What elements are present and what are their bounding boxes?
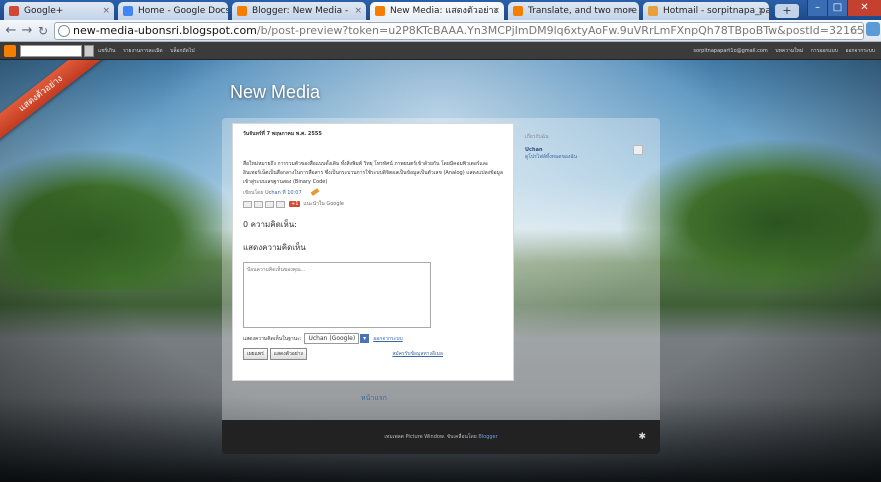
post-meta: เขียนโดย Uchan ที่ 10:07 [243,188,503,197]
browser-toolbar: ← → ↻ new-media-ubonsri.blogspot.com/b/p… [0,20,881,42]
new-tab-button[interactable]: + [775,4,799,18]
tab-close-icon[interactable]: × [627,2,635,20]
blog-search-input[interactable] [20,45,82,57]
tab-favicon-icon [123,6,133,16]
comment-form-title: แสดงความคิดเห็น [243,243,306,252]
chevron-down-icon[interactable]: ▾ [360,334,370,343]
maximize-button[interactable]: □ [827,0,847,16]
blogthis-share-icon[interactable] [254,200,263,208]
account-email: sorpitnapapart1o@gmail.com [693,48,768,54]
tab-close-icon[interactable]: × [216,2,224,20]
tab-label: Google+ [24,6,64,16]
avatar[interactable] [633,145,643,155]
browser-tab[interactable]: New Media: แสดงตัวอย่าง × [370,2,504,21]
address-bar[interactable]: new-media-ubonsri.blogspot.com/b/post-pr… [54,22,864,40]
browser-tab[interactable]: Google+ × [4,2,114,20]
navbar-link-next-blog[interactable]: บล็อกถัดไป [170,48,194,54]
comment-actions: เผยแพร่ แสดงตัวอย่าง สมัครรับข้อมูลทางอี… [243,348,503,360]
reload-icon[interactable]: ↻ [35,23,51,39]
window-controls: – □ ✕ [807,0,881,16]
browser-tab[interactable]: Hotmail - sorpitnapa_part × [643,2,769,20]
sidebar-heading: เกี่ยวกับฉัน [525,134,549,140]
design-link[interactable]: การออกแบบ [811,48,838,54]
post-date: วันจันทร์ที่ 7 พฤษภาคม พ.ศ. 2555 [243,131,322,137]
sidebar: เกี่ยวกับฉัน Uchan ดูโปรไฟล์ทั้งหมดของฉั… [525,133,655,161]
footer-text: เทมเพลต Picture Window. ขับเคลื่อนโดย [384,434,477,440]
google-plus-one-button[interactable]: +1 [289,201,301,207]
tab-strip: Google+ × Home - Google Docs × Blogger: New … [0,0,881,21]
blog-search-button[interactable] [84,45,94,57]
tab-label: Blogger: New Media - [252,6,349,16]
comment-signout-link[interactable]: ออกจากระบบ [373,335,403,343]
tab-favicon-icon [375,6,385,16]
share-buttons: +1 แนะนำใน Google [243,200,503,208]
tab-favicon-icon [9,6,19,16]
blog-page: แสดงตัวอย่าง New Media วันจันทร์ที่ 7 พฤ… [0,60,881,482]
comment-count: 0 ความคิดเห็น: [243,220,297,229]
recommend-text: แนะนำใน Google [303,201,345,207]
tab-label: New Media: แสดงตัวอย่าง [390,6,498,16]
tab-close-icon[interactable]: × [354,2,362,20]
page-info-icon[interactable] [58,25,70,37]
preview-button[interactable]: แสดงตัวอย่าง [269,348,307,360]
navbar-links: แชร์เกิน รายงานการละเมิด บล็อกถัดไป [98,42,201,60]
meta-prefix: เขียนโดย [243,190,264,196]
blogger-link[interactable]: Blogger [478,434,497,440]
post-time-link[interactable]: ที่ 10:07 [282,190,301,196]
navbar-link-report[interactable]: รายงานการละเมิด [123,48,163,54]
tab-favicon-icon [648,6,658,16]
edit-post-icon[interactable] [310,188,320,196]
minimize-button[interactable]: – [807,0,827,16]
blog-title[interactable]: New Media [230,82,320,103]
bookmark-star-icon[interactable]: ☆ [849,23,859,39]
tab-favicon-icon [237,6,247,16]
post-body: สื่อใหม่หมายถึง การรวมตัวของสื่อแบบดั้งเ… [243,161,503,185]
publish-button[interactable]: เผยแพร่ [243,348,268,360]
tab-label: Home - Google Docs [138,6,228,16]
browser-tab[interactable]: Blogger: New Media - × [232,2,366,20]
extension-icon[interactable] [866,22,880,36]
tab-close-icon[interactable]: × [492,2,500,20]
close-window-button[interactable]: ✕ [847,0,881,16]
url-path: /b/post-preview?token=u2P8KTcBAAA.Yn3MCP… [256,24,864,37]
tab-close-icon[interactable]: × [757,2,765,20]
wrench-icon[interactable]: ✱ [638,420,646,454]
browser-tab[interactable]: Home - Google Docs × [118,2,228,20]
forward-icon[interactable]: → [19,23,35,39]
url-host: new-media-ubonsri.blogspot.com [73,24,257,37]
identity-select[interactable]: Uchan (Google) [304,333,360,344]
navbar-link-share[interactable]: แชร์เกิน [98,48,115,54]
footer: เทมเพลต Picture Window. ขับเคลื่อนโดย Bl… [222,420,660,454]
post: วันจันทร์ที่ 7 พฤษภาคม พ.ศ. 2555 สื่อใหม… [232,123,514,381]
home-link[interactable]: หน้าแรก [361,393,387,404]
browser-tab[interactable]: Translate, and two more × [508,2,639,20]
new-post-link[interactable]: บทความใหม่ [775,48,803,54]
tab-favicon-icon [513,6,523,16]
twitter-share-icon[interactable] [265,200,274,208]
blogger-logo-icon[interactable] [4,45,16,57]
back-icon[interactable]: ← [3,23,19,39]
subscribe-email-link[interactable]: สมัครรับข้อมูลทางอีเมล [392,350,443,358]
comment-as-label: แสดงความคิดเห็นในฐานะ: [243,335,302,342]
tab-label: Hotmail - sorpitnapa_part [663,6,769,16]
navbar-account: sorpitnapapart1o@gmail.com บทความใหม่ กา… [687,42,875,60]
comment-as-row: แสดงความคิดเห็นในฐานะ: Uchan (Google) ▾ … [243,333,503,344]
sign-out-link[interactable]: ออกจากระบบ [845,48,875,54]
blogger-navbar: แชร์เกิน รายงานการละเมิด บล็อกถัดไป sorp… [0,42,881,60]
facebook-share-icon[interactable] [276,200,285,208]
email-share-icon[interactable] [243,200,252,208]
tab-close-icon[interactable]: × [102,2,110,20]
tab-label: Translate, and two more [528,6,637,16]
comment-textarea[interactable] [243,262,431,328]
post-author-link[interactable]: Uchan [265,190,281,196]
